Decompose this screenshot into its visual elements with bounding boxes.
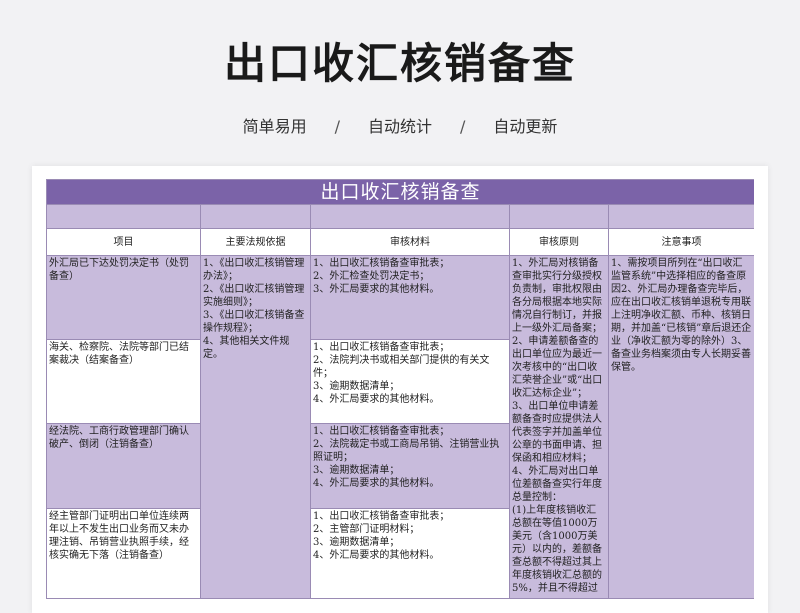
item-cell[interactable]: 经主管部门证明出口单位连续两年以上不发生出口业务而又未办理注销、吊销营业执照手续… [46,508,201,599]
item-cell[interactable]: 经法院、工商行政管理部门确认破产、倒闭（注销备查） [46,423,201,509]
subtitle-separator: / [460,117,466,136]
page-title: 出口收汇核销备查 [223,39,576,88]
principles-cell[interactable]: 1、外汇局对核销备查审批实行分级授权负责制，审批权限由各分局根据本地实际情况自行… [509,255,609,599]
table-cell[interactable] [608,204,754,229]
regulations-cell[interactable]: 1、《出口收汇核销管理办法》； 2、《出口收汇核销管理实施细则》； 3、《出口收… [200,255,311,599]
table-header-row: 项目 主要法规依据 审核材料 审核原则 注意事项 [46,228,754,256]
table-title[interactable]: 出口收汇核销备查 [46,179,754,205]
subtitle-item-easy: 简单易用 [242,117,307,136]
table-cell[interactable] [310,204,510,229]
item-cell[interactable]: 外汇局已下达处罚决定书（处罚备查） [46,255,201,340]
materials-cell[interactable]: 1、出口收汇核销备查审批表； 2、主管部门证明材料； 3、逾期数据清单； 4、外… [310,508,510,599]
item-cell[interactable]: 海关、检察院、法院等部门已结案裁决（结案备查） [46,339,201,424]
blank-row [46,204,754,229]
column-header-principles[interactable]: 审核原则 [509,228,609,256]
subtitle: 简单易用 / 自动统计 / 自动更新 [0,113,800,137]
table-row: 外汇局已下达处罚决定书（处罚备查） 1、《出口收汇核销管理办法》； 2、《出口收… [46,255,754,599]
materials-cell[interactable]: 1、出口收汇核销备查审批表； 2、法院裁定书或工商局吊销、注销营业执照证明； 3… [310,423,510,509]
table-cell[interactable] [200,204,311,229]
table-cell[interactable] [46,204,201,229]
table-cell[interactable] [509,204,609,229]
table-title-row: 出口收汇核销备查 [46,179,754,205]
materials-cell[interactable]: 1、出口收汇核销备查审批表； 2、外汇检查处罚决定书； 3、外汇局要求的其他材料… [310,255,510,340]
column-header-notes[interactable]: 注意事项 [608,228,754,256]
subtitle-item-update: 自动更新 [493,117,558,136]
spreadsheet-card: 出口收汇核销备查 项目 主要法规依据 审核材料 审核原则 注意事项 外汇局已下达… [32,166,768,613]
materials-cell[interactable]: 1、出口收汇核销备查审批表； 2、法院判决书或相关部门提供的有关文件； 3、逾期… [310,339,510,424]
notes-cell[interactable]: 1、需按项目所列在“出口收汇监管系统”中选择相应的备查原因2、外汇局办理备查完毕… [608,255,754,599]
verification-table: 出口收汇核销备查 项目 主要法规依据 审核材料 审核原则 注意事项 外汇局已下达… [46,179,754,599]
column-header-materials[interactable]: 审核材料 [310,228,510,256]
column-header-regulations[interactable]: 主要法规依据 [200,228,311,256]
subtitle-separator: / [334,117,340,136]
spreadsheet: 出口收汇核销备查 项目 主要法规依据 审核材料 审核原则 注意事项 外汇局已下达… [46,179,754,613]
column-header-item[interactable]: 项目 [46,228,201,256]
subtitle-item-stats: 自动统计 [367,117,432,136]
